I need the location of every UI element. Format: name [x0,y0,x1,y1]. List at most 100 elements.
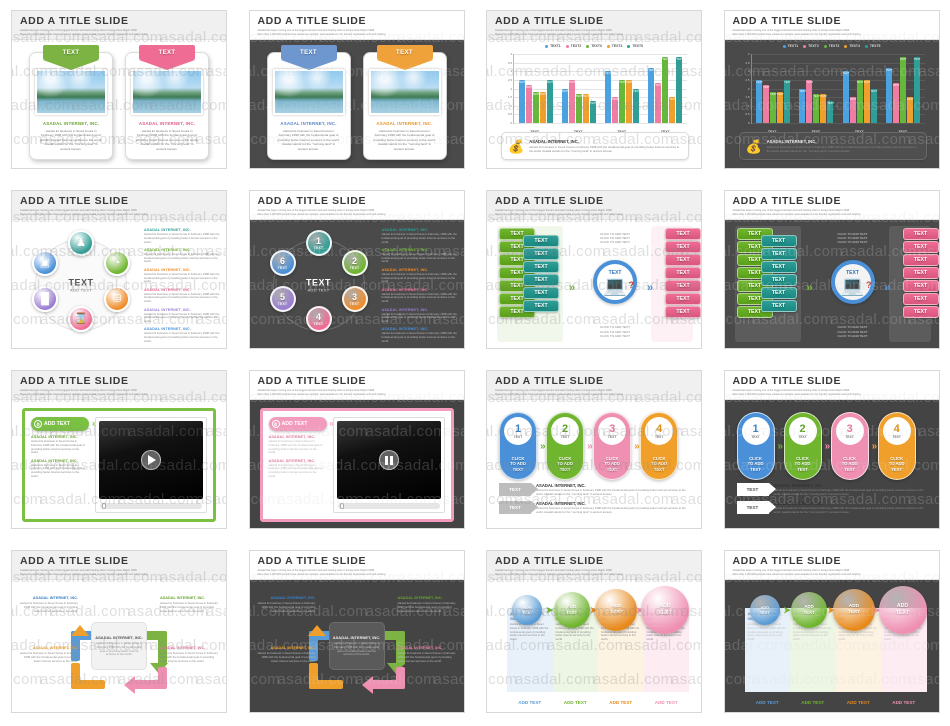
slide-canvas[interactable]: ADD A TITLE SLIDE Asadal has been runnin… [486,10,702,169]
video-screen[interactable] [336,421,441,499]
text-box[interactable]: TEXT [760,235,797,247]
hub-node[interactable]: ♟ [68,230,94,256]
slide-thumbnail[interactable]: ADD A TITLE SLIDE Asadal has been runnin… [237,540,475,726]
hub-node[interactable]: ◔ [104,250,130,276]
slide-canvas[interactable]: ADD A TITLE SLIDE Asadal has been runnin… [248,190,465,349]
slide-canvas[interactable]: ADD A TITLE SLIDE Asadal has been runnin… [11,10,227,169]
slide-thumbnail[interactable]: ADD A TITLE SLIDE Asadal has been runnin… [475,180,713,360]
text-box[interactable]: TEXT [523,287,559,299]
slide-thumbnail[interactable]: ADD A TITLE SLIDE Asadal has been runnin… [0,540,238,726]
numbered-pill[interactable]: 4 TEXT CLICK TO ADD TEXT [640,412,679,480]
slide-thumbnail[interactable]: ADD A TITLE SLIDE Asadal has been runnin… [237,360,475,540]
hub-node[interactable]: 5 TEXT [269,286,296,312]
text-box[interactable]: TEXT [760,287,797,299]
slide-canvas[interactable]: ADD A TITLE SLIDE Asadal has been runnin… [723,550,940,713]
slide-thumbnail[interactable]: ADD A TITLE SLIDE Asadal has been runnin… [237,180,475,360]
numbered-pill[interactable]: 1 TEXT CLICK TO ADD TEXT [499,412,537,480]
slide-thumbnail[interactable]: ADD A TITLE SLIDE Asadal has been runnin… [475,540,713,726]
grow-circle[interactable]: ADD TEXT [553,592,590,628]
text-box[interactable]: TEXT [760,300,797,312]
seek-bar[interactable] [337,503,440,509]
numbered-pill[interactable]: 1 TEXT CLICK TO ADD TEXT [736,412,775,480]
seek-handle[interactable] [339,503,344,509]
text-box[interactable]: TEXT [902,306,939,318]
text-box[interactable]: TEXT [523,261,559,273]
seek-bar[interactable] [100,503,202,509]
text-box[interactable]: TEXT [665,293,701,305]
slide-canvas[interactable]: ADD A TITLE SLIDE Asadal has been runnin… [486,370,702,529]
slide-thumbnail[interactable]: ADD A TITLE SLIDE Asadal has been runnin… [712,540,950,726]
slide-canvas[interactable]: ADD A TITLE SLIDE Asadal has been runnin… [486,190,702,349]
hub-node[interactable]: ⌛ [68,306,94,332]
text-box[interactable]: TEXT [665,280,701,292]
photo-card[interactable]: TEXT ASADAL INTERNET, INC. started its b… [125,45,209,160]
hub-node[interactable]: ⛁ [104,286,130,312]
text-box[interactable]: TEXT [665,306,701,318]
add-text-button[interactable]: ⏱ ADD TEXT [268,417,327,431]
text-box[interactable]: TEXT [665,254,701,266]
grow-circle[interactable]: ADD TEXT [641,586,690,634]
video-player[interactable] [332,417,445,513]
hub-node[interactable]: 2 TEXT [341,250,368,276]
numbered-pill[interactable]: 2 TEXT CLICK TO ADD TEXT [546,412,585,480]
slide-canvas[interactable]: ADD A TITLE SLIDE Asadal has been runnin… [11,550,227,713]
grow-circle[interactable]: ADD TEXT [832,589,875,631]
text-box[interactable]: TEXT [523,235,559,247]
center-circle[interactable]: TEXT 💻 ? [593,260,637,304]
hub-node[interactable]: █ [32,286,58,312]
photo-card[interactable]: TEXT ASADAL INTERNET, INC. started its b… [266,45,351,160]
text-box[interactable]: TEXT [665,267,701,279]
seek-handle[interactable] [102,503,106,509]
grow-circle[interactable]: ADD TEXT [791,592,828,628]
photo-card[interactable]: TEXT ASADAL INTERNET, INC. started its b… [362,45,447,160]
slide-canvas[interactable]: ADD A TITLE SLIDE Asadal has been runnin… [723,370,940,529]
pause-icon[interactable] [378,450,399,470]
text-box[interactable]: TEXT [902,228,939,240]
video-screen[interactable] [99,421,203,499]
add-text-button[interactable]: ⏱ ADD TEXT [31,417,89,431]
text-box[interactable]: TEXT [523,274,559,286]
text-box[interactable]: TEXT [760,261,797,273]
text-box[interactable]: TEXT [665,228,701,240]
text-box[interactable]: TEXT [902,280,939,292]
slide-canvas[interactable]: ADD A TITLE SLIDE Asadal has been runnin… [248,550,465,713]
grow-circle[interactable]: ADD TEXT [878,586,927,634]
text-box[interactable]: TEXT [665,241,701,253]
text-box[interactable]: TEXT [902,267,939,279]
text-box[interactable]: TEXT [902,241,939,253]
slide-thumbnail[interactable]: ADD A TITLE SLIDE Asadal has been runnin… [237,0,475,180]
text-box[interactable]: TEXT [523,248,559,260]
hub-node[interactable]: 3 TEXT [341,286,368,312]
grow-circle[interactable]: ADD TEXT [595,589,638,631]
slide-thumbnail[interactable]: ADD A TITLE SLIDE Asadal has been runnin… [712,180,950,360]
numbered-pill[interactable]: 3 TEXT CLICK TO ADD TEXT [830,412,869,480]
slide-thumbnail[interactable]: ADD A TITLE SLIDE Asadal has been runnin… [0,180,238,360]
slide-thumbnail[interactable]: ADD A TITLE SLIDE Asadal has been runnin… [712,360,950,540]
hub-node[interactable]: ▣ [32,250,58,276]
slide-canvas[interactable]: ADD A TITLE SLIDE Asadal has been runnin… [248,370,465,529]
video-player[interactable] [95,417,207,513]
numbered-pill[interactable]: 4 TEXT CLICK TO ADD TEXT [877,412,916,480]
slide-thumbnail[interactable]: ADD A TITLE SLIDE Asadal has been runnin… [475,0,713,180]
center-circle[interactable]: TEXT 💻 ? [830,260,875,304]
slide-thumbnail[interactable]: ADD A TITLE SLIDE Asadal has been runnin… [0,360,238,540]
slide-canvas[interactable]: ADD A TITLE SLIDE Asadal has been runnin… [11,190,227,349]
slide-thumbnail[interactable]: ADD A TITLE SLIDE Asadal has been runnin… [712,0,950,180]
grow-circle[interactable]: ADD TEXT [512,595,543,625]
hub-node[interactable]: 6 TEXT [269,250,296,276]
slide-canvas[interactable]: ADD A TITLE SLIDE Asadal has been runnin… [248,10,465,169]
text-box[interactable]: TEXT [902,293,939,305]
play-icon[interactable] [141,450,161,470]
text-box[interactable]: TEXT [902,254,939,266]
slide-canvas[interactable]: ADD A TITLE SLIDE Asadal has been runnin… [723,10,940,169]
slide-thumbnail[interactable]: ADD A TITLE SLIDE Asadal has been runnin… [475,360,713,540]
slide-canvas[interactable]: ADD A TITLE SLIDE Asadal has been runnin… [486,550,702,713]
hub-node[interactable]: 4 TEXT [305,306,332,332]
slide-canvas[interactable]: ADD A TITLE SLIDE Asadal has been runnin… [11,370,227,529]
text-box[interactable]: TEXT [760,248,797,260]
slide-thumbnail[interactable]: ADD A TITLE SLIDE Asadal has been runnin… [0,0,238,180]
numbered-pill[interactable]: 3 TEXT CLICK TO ADD TEXT [593,412,632,480]
grow-circle[interactable]: ADD TEXT [749,595,780,625]
text-box[interactable]: TEXT [523,300,559,312]
hub-node[interactable]: 1 TEXT [305,230,332,256]
